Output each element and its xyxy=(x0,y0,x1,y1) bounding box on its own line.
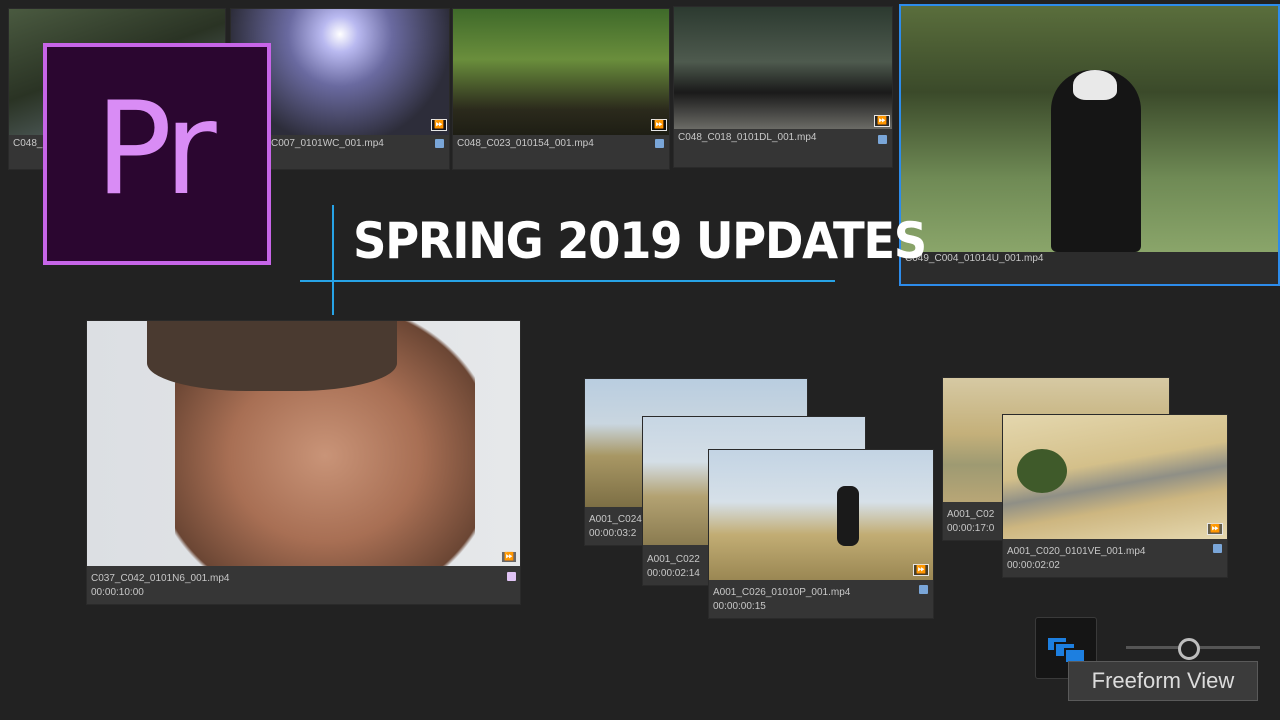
color-label[interactable] xyxy=(919,585,928,594)
color-label[interactable] xyxy=(435,139,444,148)
tree xyxy=(1017,449,1067,493)
page-title: SPRING 2019 UPDATES xyxy=(353,212,927,270)
hair xyxy=(147,321,397,391)
cyclist-figure xyxy=(837,486,859,546)
clip-duration: 00:00:10:00 xyxy=(91,587,144,598)
clip-type-badge: ⏩ xyxy=(501,551,517,563)
clip-face[interactable]: ⏩ C037_C042_0101N6_001.mp4 00:00:10:00 xyxy=(86,320,521,605)
premiere-pro-logo: Pr xyxy=(43,43,271,265)
clip-top-4[interactable]: ⏩ C048_C018_0101DL_001.mp4 xyxy=(673,6,893,168)
clip-name: C048_C018_0101DL_001.mp4 xyxy=(678,132,817,143)
accent-horizontal-line xyxy=(300,280,835,282)
clip-name: C048_C023_010154_001.mp4 xyxy=(457,138,594,149)
color-label[interactable] xyxy=(655,139,664,148)
clip-thumbnail xyxy=(674,7,892,129)
clip-type-badge: ⏩ xyxy=(1207,523,1223,535)
clip-thumbnail xyxy=(453,9,669,135)
clip-top-3[interactable]: ⏩ C048_C023_010154_001.mp4 xyxy=(452,8,670,170)
clip-name: C049_C004_01014U_001.mp4 xyxy=(905,253,1044,264)
clip-type-badge: ⏩ xyxy=(913,564,929,576)
clip-duration: 00:00:02:02 xyxy=(1007,560,1060,571)
clip-type-badge: ⏩ xyxy=(431,119,447,131)
clip-thumbnail xyxy=(87,321,520,566)
clip-type-badge: ⏩ xyxy=(874,115,890,127)
clip-stack-3[interactable]: ⏩ A001_C026_01010P_001.mp4 00:00:00:15 xyxy=(708,449,934,619)
logo-text: Pr xyxy=(95,75,217,224)
clip-thumbnail xyxy=(901,6,1278,252)
clip-name: C037_C042_0101N6_001.mp4 xyxy=(91,573,230,584)
clip-name: A001_C026_01010P_001.mp4 xyxy=(713,587,851,598)
clip-top-5-selected[interactable]: C049_C004_01014U_001.mp4 xyxy=(899,4,1280,286)
freeform-view-tooltip: Freeform View xyxy=(1068,661,1258,701)
clip-stack-r2[interactable]: ⏩ A001_C020_0101VE_001.mp4 00:00:02:02 xyxy=(1002,414,1228,578)
clip-thumbnail xyxy=(709,450,933,580)
clip-name: A001_C020_0101VE_001.mp4 xyxy=(1007,546,1146,557)
clip-thumbnail xyxy=(1003,415,1227,539)
color-label[interactable] xyxy=(507,572,516,581)
clip-name: C007_0101WC_001.mp4 xyxy=(271,138,384,149)
accent-vertical-line xyxy=(332,205,334,315)
clip-type-badge: ⏩ xyxy=(651,119,667,131)
cyclist-helmet xyxy=(1073,70,1117,100)
zoom-slider-handle[interactable] xyxy=(1178,638,1200,660)
color-label[interactable] xyxy=(1213,544,1222,553)
clip-duration: 00:00:00:15 xyxy=(713,601,766,612)
color-label[interactable] xyxy=(878,135,887,144)
